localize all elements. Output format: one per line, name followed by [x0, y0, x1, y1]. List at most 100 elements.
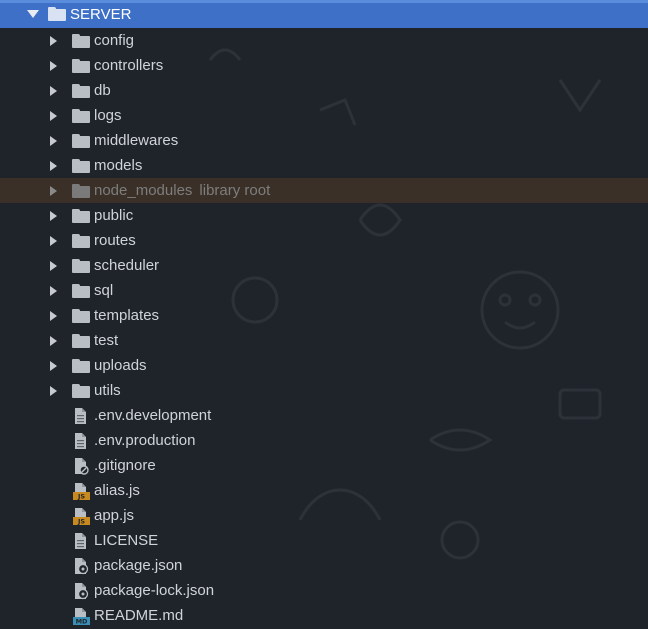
- tree-folder-row[interactable]: controllers: [0, 53, 648, 78]
- file-badge-text: JS: [77, 493, 85, 501]
- tree-folder-row[interactable]: templates: [0, 303, 648, 328]
- tree-folder-row[interactable]: test: [0, 328, 648, 353]
- folder-icon-body: [72, 235, 90, 248]
- tree-folder-row[interactable]: middlewares: [0, 128, 648, 153]
- chevron-right-icon[interactable]: [50, 360, 57, 371]
- library-root-tag: library root: [199, 182, 271, 199]
- tree-file-row[interactable]: .env.development: [0, 403, 648, 428]
- js-file-icon-graphic: JS: [73, 508, 90, 526]
- folder-icon-body: [72, 85, 90, 98]
- folder-icon: [72, 108, 90, 123]
- tree-folder-label: logs: [94, 107, 122, 124]
- folder-icon-body: [72, 310, 90, 323]
- tree-file-label: .env.development: [94, 407, 212, 424]
- folder-icon: [72, 233, 90, 248]
- text-file-icon-graphic: [75, 408, 86, 424]
- tree-file-row[interactable]: LICENSE: [0, 528, 648, 553]
- chevron-right-icon[interactable]: [50, 185, 57, 196]
- tree-file-row[interactable]: JS app.js: [0, 503, 648, 528]
- chevron-right-icon[interactable]: [50, 60, 57, 71]
- chevron-right-icon[interactable]: [50, 285, 57, 296]
- gitignore-file-icon-graphic: [75, 458, 89, 475]
- tree-file-row[interactable]: package-lock.json: [0, 578, 648, 603]
- chevron-right-icon[interactable]: [50, 260, 57, 271]
- tree-root-label: SERVER: [70, 5, 132, 23]
- file-badge-text: JS: [77, 518, 85, 526]
- chevron-right-icon[interactable]: [50, 160, 57, 171]
- folder-icon-body: [72, 285, 90, 298]
- js-file-icon-graphic: JS: [73, 483, 90, 501]
- folder-icon: [72, 383, 90, 398]
- chevron-right-icon[interactable]: [50, 35, 57, 46]
- tree-folder-row[interactable]: logs: [0, 103, 648, 128]
- tree-file-row[interactable]: .gitignore: [0, 453, 648, 478]
- gitignore-file-icon: [73, 457, 89, 475]
- text-file-icon: [73, 432, 87, 449]
- folder-icon: [72, 308, 90, 323]
- folder-icon: [72, 158, 90, 173]
- folder-icon-body: [72, 60, 90, 73]
- tree-file-row[interactable]: .env.production: [0, 428, 648, 453]
- folder-icon: [72, 58, 90, 73]
- tree-folder-label: test: [94, 332, 119, 349]
- tree-folder-row[interactable]: db: [0, 78, 648, 103]
- tree-file-row[interactable]: package.json: [0, 553, 648, 578]
- tree-folder-row[interactable]: config: [0, 28, 648, 53]
- json-file-icon: [73, 557, 89, 575]
- tree-folder-label: scheduler: [94, 257, 160, 274]
- tree-root-server[interactable]: SERVER: [0, 0, 648, 28]
- tree-folder-row[interactable]: sql: [0, 278, 648, 303]
- js-file-icon: JS: [73, 482, 90, 500]
- folder-icon: [72, 83, 90, 98]
- tree-folder-row[interactable]: scheduler: [0, 253, 648, 278]
- tree-file-label: .env.production: [94, 432, 196, 449]
- folder-icon: [72, 358, 90, 373]
- folder-icon-body: [72, 360, 90, 373]
- folder-icon-body: [48, 9, 66, 21]
- chevron-right-icon[interactable]: [50, 85, 57, 96]
- tree-folder-row[interactable]: uploads: [0, 353, 648, 378]
- chevron-right-icon[interactable]: [50, 110, 57, 121]
- folder-icon: [72, 333, 90, 348]
- folder-icon-body: [72, 135, 90, 148]
- folder-icon: [48, 7, 66, 21]
- chevron-right-icon[interactable]: [50, 235, 57, 246]
- folder-icon-body: [72, 260, 90, 273]
- tree-folder-label: utils: [94, 382, 121, 399]
- chevron-right-icon[interactable]: [50, 335, 57, 346]
- tree-file-row[interactable]: JS alias.js: [0, 478, 648, 503]
- folder-icon: [72, 33, 90, 48]
- tree-file-label: package-lock.json: [94, 582, 215, 599]
- tree-file-label: README.md: [94, 607, 184, 624]
- tree-folder-label: models: [94, 157, 143, 174]
- tree-file-label: app.js: [94, 507, 135, 524]
- text-file-icon-graphic: [75, 433, 86, 449]
- text-file-icon-graphic: [75, 533, 86, 549]
- tree-file-label: alias.js: [94, 482, 140, 499]
- folder-icon-body: [72, 210, 90, 223]
- tree-folder-row[interactable]: utils: [0, 378, 648, 403]
- tree-folder-label: sql: [94, 282, 114, 299]
- tree-folder-label: node_modules: [94, 182, 193, 199]
- chevron-right-icon[interactable]: [50, 310, 57, 321]
- json-file-icon-graphic: [75, 558, 89, 575]
- tree-folder-row[interactable]: public: [0, 203, 648, 228]
- markdown-file-icon: MD: [73, 607, 90, 626]
- file-badge-text: MD: [76, 618, 88, 626]
- tree-folder-row[interactable]: models: [0, 153, 648, 178]
- folder-icon: [72, 183, 90, 198]
- chevron-right-icon[interactable]: [50, 210, 57, 221]
- chevron-right-icon[interactable]: [50, 135, 57, 146]
- project-file-tree: SERVER config controllers db logs middlewares…: [0, 0, 648, 629]
- tree-folder-row[interactable]: routes: [0, 228, 648, 253]
- text-file-icon: [73, 407, 87, 424]
- tree-folder-label: uploads: [94, 357, 147, 374]
- folder-icon-body: [72, 35, 90, 48]
- tree-folder-label: templates: [94, 307, 160, 324]
- chevron-down-icon[interactable]: [27, 10, 39, 18]
- tree-file-row[interactable]: MD README.md: [0, 603, 648, 628]
- tree-folder-row[interactable]: node_modules library root: [0, 178, 648, 203]
- folder-icon: [72, 208, 90, 223]
- tree-file-label: package.json: [94, 557, 183, 574]
- chevron-right-icon[interactable]: [50, 385, 57, 396]
